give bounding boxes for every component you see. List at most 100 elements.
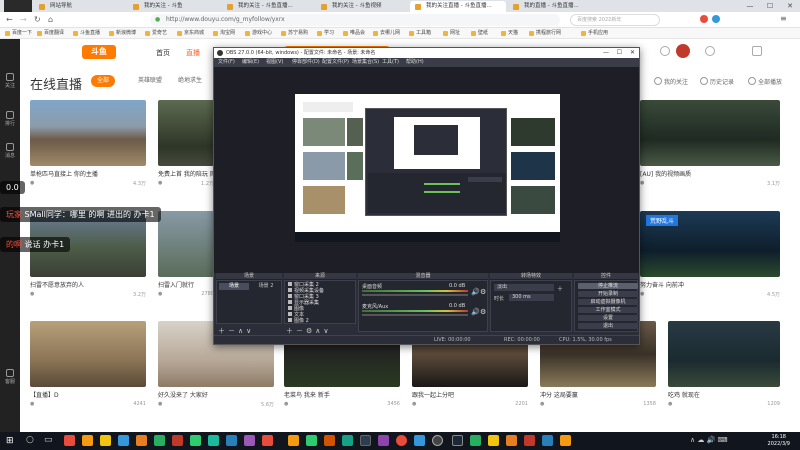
tab-pubg[interactable]: 绝地求生: [172, 75, 208, 87]
app-icon[interactable]: [172, 435, 183, 446]
transition-select[interactable]: 淡出: [494, 284, 554, 291]
play-all-button[interactable]: 全部播放: [748, 77, 782, 86]
search-icon[interactable]: ○: [26, 435, 34, 445]
message-icon[interactable]: [752, 46, 762, 56]
browser-tab-active[interactable]: 我的关注直播 - 斗鱼直播...: [410, 1, 506, 12]
bookmark[interactable]: 去哪儿网: [372, 28, 400, 39]
sidebar-item-message[interactable]: 消息: [2, 143, 18, 159]
browser-tab[interactable]: 我的关注 - 斗鱼: [128, 1, 220, 12]
extension-icon[interactable]: [712, 15, 720, 23]
app-icon[interactable]: [506, 435, 517, 446]
studio-mode-button[interactable]: 工作室模式: [578, 307, 638, 313]
url-input[interactable]: ● http://www.douyu.com/g_myfollow/yxrx: [150, 14, 560, 26]
windows-start-icon[interactable]: ⊞: [6, 436, 14, 446]
sidebar-item-rank[interactable]: 排行: [2, 111, 18, 127]
bookmark[interactable]: 新浪微博: [108, 28, 136, 39]
stream-card[interactable]: 扫雷入门就行 ● 2780: [158, 211, 214, 297]
home-icon[interactable]: ⌂: [48, 15, 53, 24]
bookmark[interactable]: 学习: [316, 28, 334, 39]
upload-icon[interactable]: [660, 46, 670, 56]
obs-icon[interactable]: [432, 435, 443, 446]
history-icon[interactable]: [705, 46, 715, 56]
gear-icon[interactable]: ⚙: [480, 288, 486, 296]
app-icon[interactable]: [226, 435, 237, 446]
maximize-icon[interactable]: ☐: [760, 0, 780, 12]
app-icon[interactable]: [244, 435, 255, 446]
bookmark[interactable]: 斗鱼直播: [72, 28, 100, 39]
plus-icon[interactable]: ＋: [557, 284, 563, 293]
menu-item[interactable]: 配置文件(P): [322, 58, 349, 67]
close-icon[interactable]: ✕: [780, 0, 800, 12]
bookmark[interactable]: 天猫: [500, 28, 518, 39]
volume-slider[interactable]: [362, 314, 468, 316]
clock[interactable]: 16:18 2022/3/9: [768, 434, 790, 448]
app-icon[interactable]: [190, 435, 201, 446]
minimize-icon[interactable]: —: [740, 0, 760, 12]
sidebar-item-follow[interactable]: 关注: [2, 73, 18, 89]
exit-button[interactable]: 退出: [578, 323, 638, 329]
app-icon[interactable]: [524, 435, 535, 446]
nav-live[interactable]: 直播: [186, 48, 200, 58]
app-icon[interactable]: [488, 435, 499, 446]
forward-icon[interactable]: →: [20, 15, 27, 24]
bookmark[interactable]: 唯品会: [342, 28, 365, 39]
speaker-icon[interactable]: 🔊: [471, 308, 480, 316]
tab-lol[interactable]: 英雄联盟: [132, 75, 168, 87]
app-icon[interactable]: [288, 435, 299, 446]
obs-preview[interactable]: [214, 67, 639, 273]
nav-home[interactable]: 首页: [156, 48, 170, 58]
app-icon[interactable]: [154, 435, 165, 446]
close-icon[interactable]: ✕: [630, 48, 635, 58]
start-recording-button[interactable]: 开始录制: [578, 291, 638, 297]
source-item[interactable]: 图像 2: [288, 318, 309, 324]
avatar[interactable]: [4, 0, 32, 12]
bookmark[interactable]: 百度一下: [4, 28, 32, 39]
app-icon[interactable]: [118, 435, 129, 446]
folder-icon[interactable]: [100, 435, 111, 446]
preview-canvas[interactable]: [295, 94, 560, 242]
site-logo[interactable]: 斗鱼: [82, 45, 116, 59]
bookmark[interactable]: 网址: [442, 28, 460, 39]
wechat-icon[interactable]: [208, 435, 219, 446]
scene-item[interactable]: 场景 2: [251, 283, 281, 290]
maximize-icon[interactable]: ☐: [617, 48, 622, 58]
bookmark[interactable]: 淘宝网: [212, 28, 235, 39]
menu-item[interactable]: 场景集合(S): [352, 58, 379, 67]
app-icon[interactable]: [82, 435, 93, 446]
scene-item[interactable]: 场景: [219, 283, 249, 290]
app-icon[interactable]: [262, 435, 273, 446]
tray-icons[interactable]: ∧ ☁ 🔊 ⌨: [690, 436, 728, 444]
menu-item[interactable]: 编辑(E): [242, 58, 259, 67]
bookmark[interactable]: 工具箱: [408, 28, 431, 39]
steam-icon[interactable]: [452, 435, 463, 446]
app-icon[interactable]: [324, 435, 335, 446]
stream-card[interactable]: 荒野乱斗 努力奋斗 向前冲 ● 4.5万: [640, 211, 780, 298]
bookmark[interactable]: 游戏中心: [244, 28, 272, 39]
browser-tab[interactable]: 我的关注 - 斗鱼直播...: [222, 1, 314, 12]
speaker-icon[interactable]: 🔊: [471, 288, 480, 296]
menu-item[interactable]: 文件(F): [218, 58, 235, 67]
stream-card[interactable]: [AU] 我的视频画质 ● 3.1万: [640, 100, 780, 187]
menu-item[interactable]: 帮助(H): [406, 58, 424, 67]
app-icon[interactable]: [470, 435, 481, 446]
bookmark[interactable]: 百度翻译: [36, 28, 64, 39]
browser-tab[interactable]: 我的直播 - 斗鱼直播...: [508, 1, 600, 12]
volume-slider[interactable]: [362, 294, 468, 296]
user-avatar[interactable]: [676, 44, 690, 58]
menu-item[interactable]: 停靠部件(D): [292, 58, 320, 67]
follow-button[interactable]: 我的关注: [654, 77, 688, 86]
app-icon[interactable]: [342, 435, 353, 446]
tab-all[interactable]: 全部: [91, 75, 116, 87]
bookmark[interactable]: 壁纸: [470, 28, 488, 39]
browser-tab[interactable]: 网站导航: [34, 1, 126, 12]
bookmark[interactable]: 爱奇艺: [144, 28, 167, 39]
bookmark[interactable]: 京东商城: [176, 28, 204, 39]
duration-input[interactable]: 300 ms: [509, 294, 554, 301]
bookmark[interactable]: 手机应用: [580, 28, 608, 39]
app-icon[interactable]: [542, 435, 553, 446]
minimize-icon[interactable]: —: [603, 48, 609, 58]
gear-icon[interactable]: ⚙: [480, 308, 486, 316]
app-icon[interactable]: [414, 435, 425, 446]
stream-card[interactable]: 【直播】D ● 4241: [30, 321, 146, 407]
app-icon[interactable]: [560, 435, 571, 446]
